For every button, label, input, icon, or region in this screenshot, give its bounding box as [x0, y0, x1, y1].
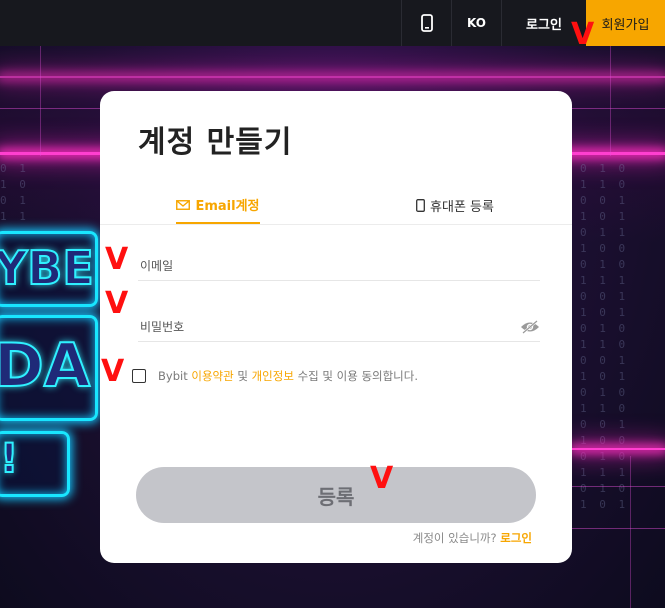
login-prompt: 계정이 있습니까? 로그인 — [413, 530, 532, 546]
annotation-mark: V — [105, 286, 129, 321]
neon-line — [572, 448, 665, 450]
neon-line — [0, 76, 665, 78]
grid-line — [40, 46, 41, 156]
grid-line — [610, 46, 611, 156]
agree-and: 및 — [237, 369, 248, 383]
email-field[interactable] — [138, 259, 510, 273]
email-field-container — [138, 252, 540, 281]
terms-of-use-link[interactable]: 이용약관 — [191, 368, 233, 384]
annotation-mark: V — [101, 354, 125, 389]
tab-email-account[interactable]: Email계정 — [176, 187, 260, 224]
grid-line — [630, 456, 631, 608]
page-title: 계정 만들기 — [138, 125, 293, 160]
background-digits: 0 1 1 0 0 1 1 1 — [0, 162, 29, 223]
grid-line — [572, 528, 665, 529]
grid-line — [572, 486, 665, 487]
privacy-policy-link[interactable]: 개인정보 — [252, 368, 294, 384]
annotation-mark: V — [105, 242, 129, 277]
promo-logo-art: YBE DA ! — [0, 231, 104, 551]
signup-method-tabs: Email계정 휴대폰 등록 — [100, 187, 572, 225]
mobile-phone-icon — [416, 198, 425, 212]
password-field[interactable] — [138, 320, 510, 334]
language-selector[interactable]: KO — [451, 0, 501, 46]
background-digits: 0 1 0 1 1 0 0 0 1 1 0 1 0 1 1 1 0 0 0 1 … — [580, 162, 629, 511]
annotation-mark: V — [571, 17, 595, 52]
mobile-app-button[interactable] — [401, 0, 451, 46]
tab-phone-registration[interactable]: 휴대폰 등록 — [400, 187, 510, 223]
login-question: 계정이 있습니까? — [412, 531, 497, 545]
agree-prefix: Bybit — [158, 369, 188, 383]
annotation-mark: V — [370, 461, 394, 496]
signup-button[interactable]: 회원가입 — [586, 0, 665, 46]
password-field-container — [138, 313, 540, 342]
agree-suffix: 수집 및 이용 동의합니다. — [297, 369, 418, 383]
eye-slash-icon[interactable] — [520, 319, 540, 335]
tab-label: 휴대폰 등록 — [430, 199, 494, 215]
terms-agreement: Bybit 이용약관 및 개인정보 수집 및 이용 동의합니다. — [132, 368, 418, 384]
mobile-phone-icon — [420, 14, 433, 32]
register-button[interactable]: 등록 — [136, 467, 536, 523]
signup-card: 계정 만들기 Email계정 휴대폰 등록 이메일 Bybit 이용약관 및 개… — [100, 91, 572, 563]
footer-login-link[interactable]: 로그인 — [500, 531, 532, 545]
terms-checkbox[interactable] — [132, 369, 146, 383]
top-navigation-bar: KO 로그인 회원가입 — [0, 0, 665, 46]
tab-label: Email계정 — [195, 199, 260, 214]
envelope-icon — [176, 199, 191, 210]
